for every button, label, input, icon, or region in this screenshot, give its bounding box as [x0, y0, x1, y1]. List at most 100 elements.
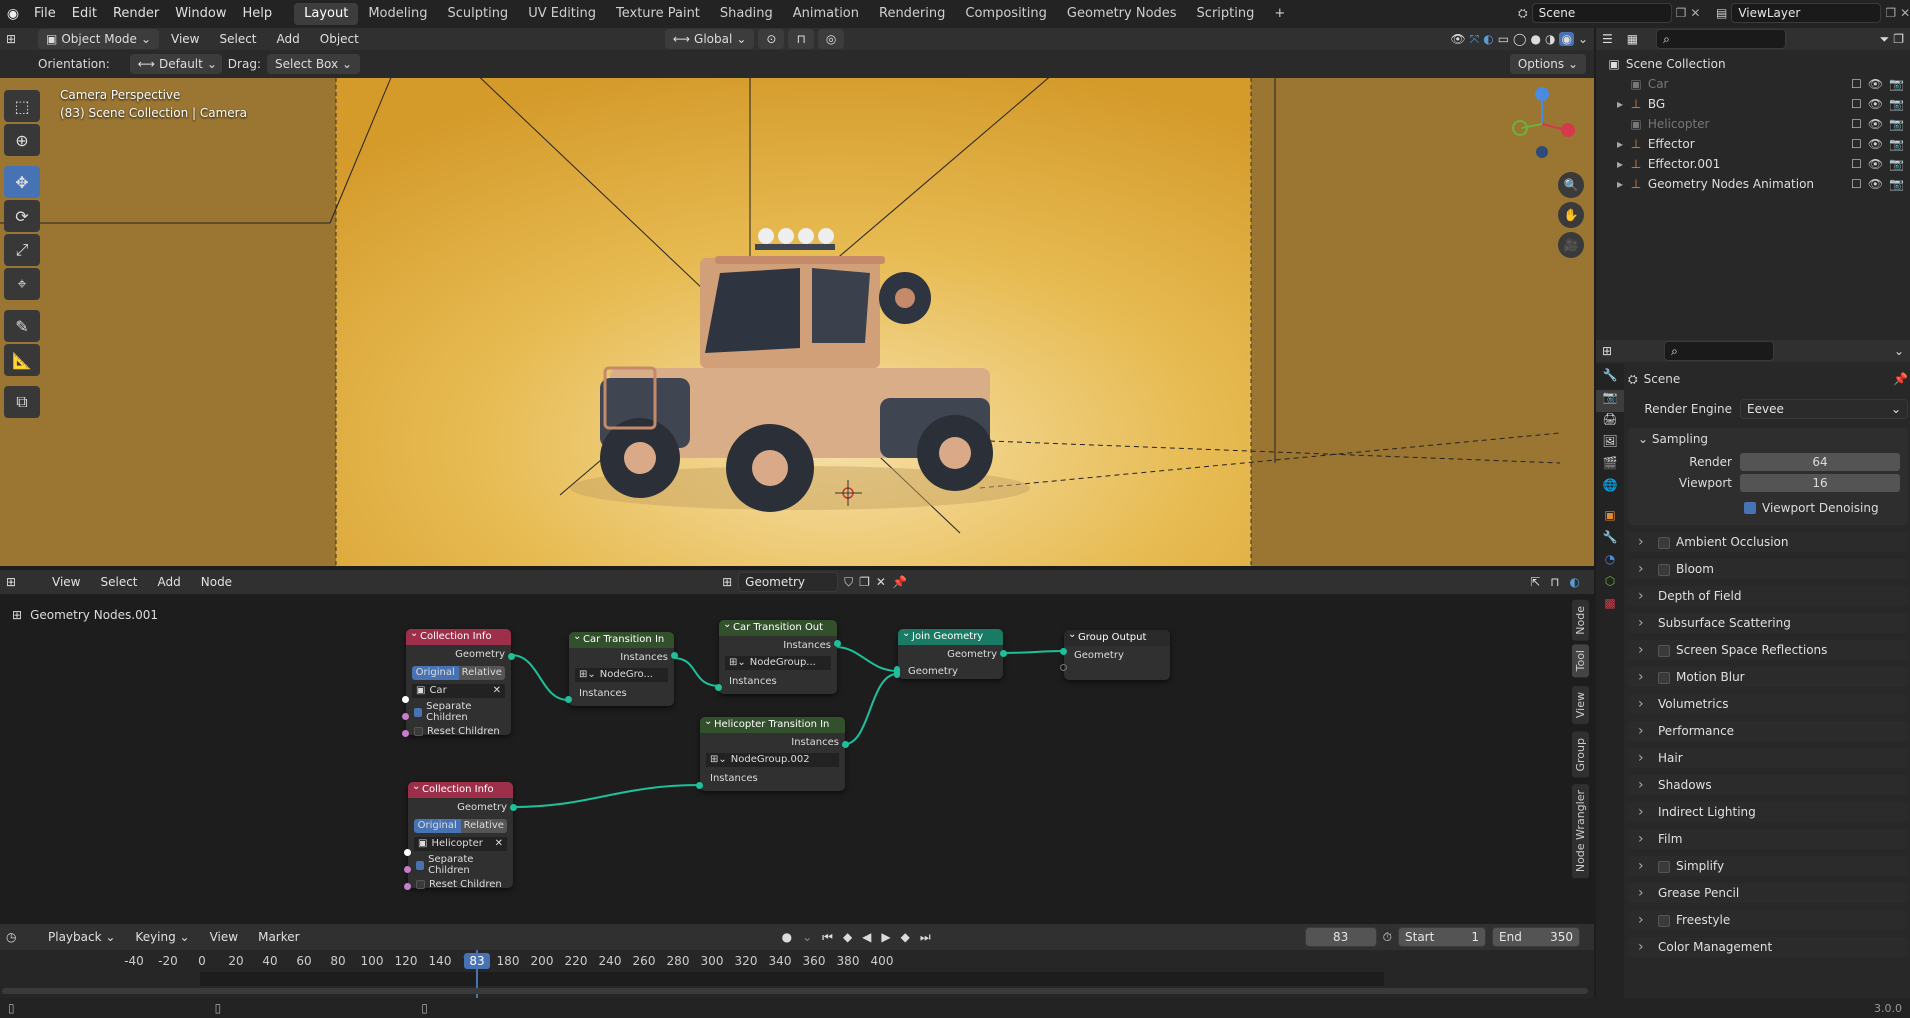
camera-icon[interactable]: 📷	[1889, 77, 1904, 91]
editor-type-icon[interactable]: ⊞	[1602, 344, 1612, 358]
menu-view[interactable]: View	[44, 570, 88, 594]
tab-compositing[interactable]: Compositing	[955, 3, 1057, 25]
frame-ruler[interactable]: -40-200204060801001201401601802002202402…	[0, 950, 1594, 972]
separate-children-checkbox[interactable]: Separate Children	[414, 701, 505, 723]
panel-film[interactable]: Film	[1628, 829, 1908, 849]
modifier-tab-icon[interactable]: 🔧	[1596, 530, 1624, 552]
menu-file[interactable]: File	[26, 0, 64, 28]
material-shading-icon[interactable]: ◑	[1545, 32, 1555, 46]
panel-shadows[interactable]: Shadows	[1628, 775, 1908, 795]
proportional-edit-icon[interactable]: ◎	[817, 29, 845, 49]
copy-icon[interactable]: ❐	[1885, 6, 1896, 20]
menu-node[interactable]: Node	[193, 570, 240, 594]
camera-icon[interactable]: 📷	[1889, 177, 1904, 191]
render-tab-icon[interactable]: 📷	[1596, 390, 1624, 412]
close-icon[interactable]: ✕	[1900, 6, 1910, 20]
rotate-tool[interactable]: ⟳	[4, 200, 40, 232]
checkbox-icon[interactable]: ☐	[1851, 97, 1862, 111]
input-socket[interactable]	[1060, 648, 1067, 655]
checkbox-icon[interactable]: ☐	[1851, 157, 1862, 171]
world-tab-icon[interactable]: 🌐	[1596, 478, 1624, 500]
expand-arrow-icon[interactable]: ▸	[1612, 97, 1628, 111]
blender-logo-icon[interactable]: ◉	[0, 6, 26, 22]
scene-tab-icon[interactable]: 🎬	[1596, 456, 1624, 478]
current-frame-field[interactable]: 83	[1304, 927, 1377, 947]
tab-view[interactable]: View	[1572, 686, 1589, 725]
tab-animation[interactable]: Animation	[783, 3, 869, 25]
scale-tool[interactable]: ⤢	[4, 234, 40, 266]
menu-add[interactable]: Add	[269, 28, 308, 50]
panel-hair[interactable]: Hair	[1628, 748, 1908, 768]
display-mode-icon[interactable]: ▦	[1627, 32, 1638, 46]
chevron-down-icon[interactable]: ⌄	[802, 930, 812, 944]
pan-hand-icon[interactable]: ✋	[1558, 202, 1584, 228]
multi-input-socket[interactable]	[894, 666, 900, 678]
checkbox-icon[interactable]	[1658, 860, 1670, 873]
input-socket[interactable]	[402, 713, 409, 720]
checkbox-icon[interactable]	[1658, 536, 1670, 549]
view-layer-field[interactable]: ViewLayer	[1731, 3, 1882, 23]
overlay-icon[interactable]: ◐	[1483, 32, 1493, 46]
input-socket[interactable]	[402, 696, 409, 703]
playhead[interactable]: 83	[464, 953, 490, 969]
new-collection-icon[interactable]: ❐	[1893, 32, 1904, 46]
node-tree-icon[interactable]: ⊞	[722, 575, 732, 589]
panel-indirect-lighting[interactable]: Indirect Lighting	[1628, 802, 1908, 822]
checkbox-icon[interactable]: ☐	[1851, 77, 1862, 91]
cursor-tool[interactable]: ⊕	[4, 124, 40, 156]
drag-dropdown[interactable]: Select Box ⌄	[266, 54, 360, 74]
playback-menu[interactable]: Playback ⌄	[40, 924, 123, 950]
filter-icon[interactable]: ⏷	[1880, 32, 1890, 47]
tab-scripting[interactable]: Scripting	[1187, 3, 1265, 25]
3d-viewport[interactable]: ⬚ ⊕ ✥ ⟳ ⤢ ⌖ ✎ 📐 ⧉ Camera Perspective (83…	[0, 78, 1594, 566]
add-cube-tool[interactable]: ⧉	[4, 386, 40, 418]
close-icon[interactable]: ✕	[1690, 6, 1700, 20]
fake-user-icon[interactable]: ⛉	[844, 575, 853, 590]
checkbox-icon[interactable]	[1658, 563, 1670, 576]
separate-children-checkbox[interactable]: Separate Children	[416, 854, 507, 876]
play-icon[interactable]: ▶	[881, 930, 890, 944]
panel-ambient-occlusion[interactable]: Ambient Occlusion	[1628, 532, 1908, 552]
collection-field[interactable]: ▣ Car ✕	[412, 684, 505, 698]
input-socket[interactable]	[565, 696, 572, 703]
join-geometry-node[interactable]: Join Geometry Geometry Geometry	[894, 626, 1007, 679]
menu-view[interactable]: View	[163, 28, 207, 50]
select-box-tool[interactable]: ⬚	[4, 90, 40, 122]
panel-volumetrics[interactable]: Volumetrics	[1628, 694, 1908, 714]
texture-tab-icon[interactable]: ▩	[1596, 596, 1624, 618]
original-toggle[interactable]: Original	[414, 819, 461, 833]
collection-info-node-car[interactable]: Collection Info Geometry Original Relati…	[402, 626, 515, 737]
node-group-field[interactable]: ⊞⌄ NodeGroup...	[725, 656, 831, 670]
panel-simplify[interactable]: Simplify	[1628, 856, 1908, 876]
sampling-header[interactable]: ⌄ Sampling	[1628, 428, 1908, 450]
outliner-item[interactable]: ▸ ⊥ Geometry Nodes Animation ☐ 👁 📷	[1606, 174, 1910, 194]
node-editor-canvas[interactable]: ⊞Geometry Nodes.001 Collection Info Geom…	[0, 594, 1594, 920]
checkbox-icon[interactable]: ☐	[1851, 117, 1862, 131]
collection-field[interactable]: ▣ Helicopter ✕	[414, 837, 507, 851]
input-socket[interactable]	[715, 684, 722, 691]
expand-arrow-icon[interactable]: ▸	[1612, 157, 1628, 171]
collection-info-node-helicopter[interactable]: Collection Info Geometry Original Relati…	[404, 779, 517, 890]
checkbox-icon[interactable]	[1658, 914, 1670, 927]
panel-freestyle[interactable]: Freestyle	[1628, 910, 1908, 930]
panel-bloom[interactable]: Bloom	[1628, 559, 1908, 579]
tab-sculpting[interactable]: Sculpting	[437, 3, 518, 25]
relative-toggle[interactable]: Relative	[458, 666, 505, 680]
tab-node-wrangler[interactable]: Node Wrangler	[1572, 784, 1589, 879]
empty-input-socket[interactable]	[1060, 664, 1067, 671]
tab-rendering[interactable]: Rendering	[869, 3, 955, 25]
timeline-scrollbar[interactable]	[2, 988, 1588, 994]
tab-tool[interactable]: Tool	[1572, 644, 1589, 678]
editor-type-icon[interactable]: ◷	[6, 930, 36, 944]
editor-type-icon[interactable]: ☰	[1602, 32, 1613, 46]
pin-icon[interactable]: 📌	[892, 575, 907, 589]
keying-menu[interactable]: Keying ⌄	[127, 924, 197, 950]
gizmo-icon[interactable]: ⤧	[1470, 32, 1480, 47]
checkbox-icon[interactable]	[1658, 671, 1670, 684]
jump-end-icon[interactable]: ⏭	[920, 930, 931, 945]
camera-icon[interactable]: 📷	[1889, 157, 1904, 171]
tool-tab-icon[interactable]: 🔧	[1596, 368, 1624, 390]
tab-geometry-nodes[interactable]: Geometry Nodes	[1057, 3, 1187, 25]
original-toggle[interactable]: Original	[412, 666, 459, 680]
object-tab-icon[interactable]: ▣	[1596, 508, 1624, 530]
